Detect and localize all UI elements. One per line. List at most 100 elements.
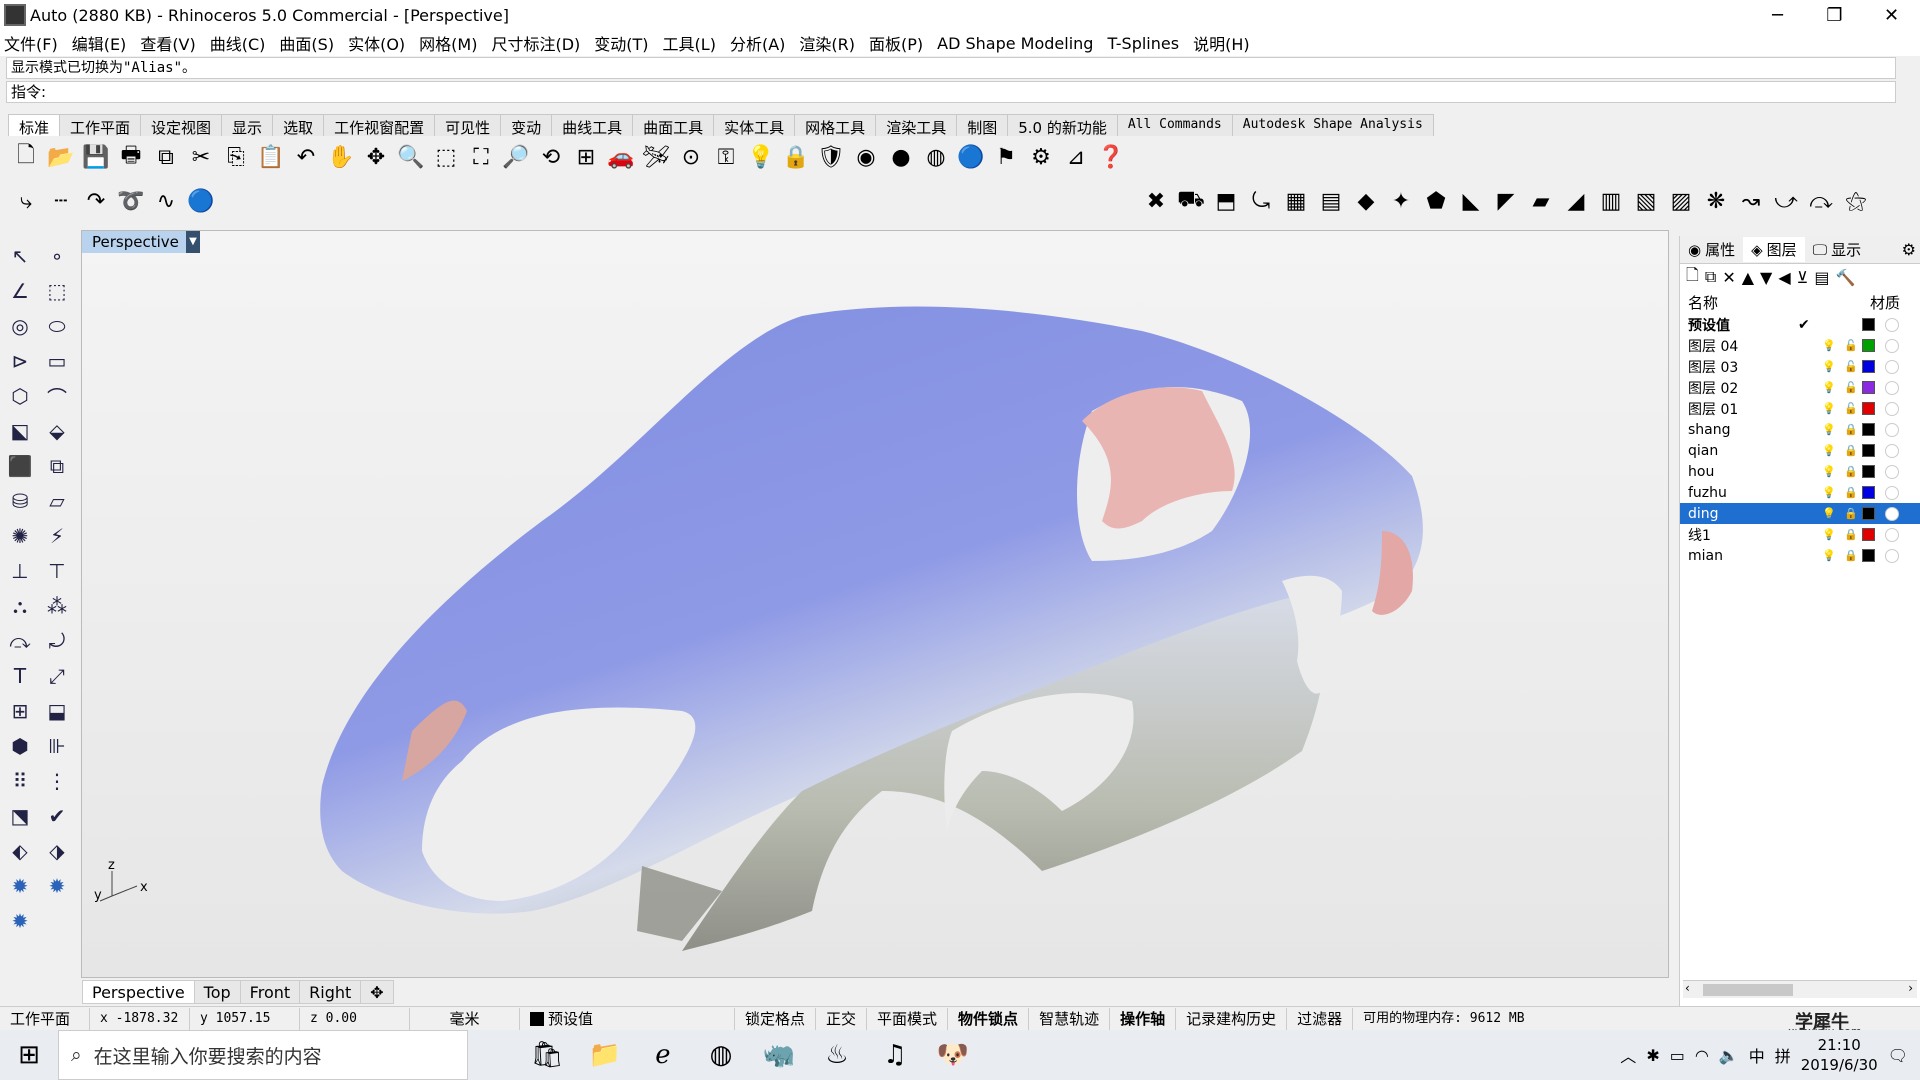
cplane-icon[interactable]: ⬢ <box>4 730 36 762</box>
circle-icon[interactable]: ◎ <box>4 310 36 342</box>
taskbar-search[interactable]: ⌕ 在这里输入你要搜索的内容 <box>58 1030 468 1080</box>
rotate-view-icon[interactable]: ⟲ <box>535 141 567 173</box>
camera-icon[interactable]: 🛩 <box>640 141 672 173</box>
tsplines-icon-15[interactable]: ▧ <box>1630 185 1662 217</box>
open-icon[interactable]: 📂 <box>45 141 77 173</box>
move-down-icon[interactable]: ▼ <box>1760 268 1772 287</box>
pan-icon[interactable]: ✋ <box>325 141 357 173</box>
layer-row[interactable]: hou 💡 🔒 <box>1680 461 1920 482</box>
lock-state-icon[interactable]: 🔒 <box>1840 444 1862 457</box>
lock-state-icon[interactable]: 🔒 <box>1840 465 1862 478</box>
toolbar-tab[interactable]: 工作视窗配置 <box>323 114 436 137</box>
toolbar-tab[interactable]: 显示 <box>221 114 274 137</box>
explorer-icon[interactable]: 📁 <box>576 1030 634 1080</box>
tsplines-icon-1[interactable]: ✖ <box>1140 185 1172 217</box>
visibility-bulb-icon[interactable]: 💡 <box>1818 528 1840 541</box>
tsplines-icon-5[interactable]: ▦ <box>1280 185 1312 217</box>
layer-color-swatch[interactable] <box>1862 402 1875 415</box>
new-file-icon[interactable]: 🗋 <box>10 141 42 173</box>
undo-icon[interactable]: ↶ <box>290 141 322 173</box>
ungroup-icon[interactable]: ⁂ <box>41 590 73 622</box>
menu-item[interactable]: 变动(T) <box>594 31 648 55</box>
curve-tool-icon[interactable]: ⤷ <box>10 185 42 217</box>
rendered-icon[interactable]: ◍ <box>920 141 952 173</box>
volume-icon[interactable]: 🔈 <box>1719 1046 1739 1065</box>
menu-item[interactable]: 曲面(S) <box>279 31 334 55</box>
sphere-small-icon[interactable]: 🔵 <box>185 185 217 217</box>
bluetooth-icon[interactable]: ✱ <box>1646 1046 1659 1065</box>
layer-color-swatch[interactable] <box>1862 381 1875 394</box>
menu-item[interactable]: 查看(V) <box>140 31 195 55</box>
ime-indicator[interactable]: 中 <box>1749 1043 1765 1067</box>
toolbar-tab[interactable]: 曲面工具 <box>632 114 715 137</box>
flag-icon[interactable]: ⚑ <box>990 141 1022 173</box>
toolbar-tab[interactable]: 渲染工具 <box>875 114 958 137</box>
select-icon[interactable]: ↖ <box>4 240 36 272</box>
layer-row[interactable]: ding 💡 🔒 <box>1680 503 1920 524</box>
toolbar-tab[interactable]: 可见性 <box>434 114 502 137</box>
toolbar-tab[interactable]: 选取 <box>272 114 325 137</box>
rectangle-icon[interactable]: ▭ <box>41 345 73 377</box>
visibility-bulb-icon[interactable]: 💡 <box>1818 465 1840 478</box>
snap-icon[interactable]: ⚿ <box>710 141 742 173</box>
panel-gear-icon[interactable]: ⚙ <box>1902 240 1920 259</box>
status-toggle[interactable]: 记录建构历史 <box>1176 1007 1288 1030</box>
tsplines-sym-icon[interactable]: ✹ <box>41 870 73 902</box>
solid-tools-icon[interactable]: ⬖ <box>4 835 36 867</box>
zoom-icon[interactable]: 🔍 <box>395 141 427 173</box>
ime-mode-indicator[interactable]: 拼 <box>1775 1043 1791 1067</box>
visibility-bulb-icon[interactable]: 💡 <box>1818 444 1840 457</box>
tools-icon[interactable]: 🔨 <box>1836 268 1856 287</box>
options-icon[interactable]: ⊿ <box>1060 141 1092 173</box>
line-icon[interactable]: ∠ <box>4 275 36 307</box>
viewport-title[interactable]: Perspective ▼ <box>82 231 200 253</box>
surface-icon[interactable]: ⬕ <box>4 415 36 447</box>
visibility-bulb-icon[interactable]: 💡 <box>1818 360 1840 373</box>
layer-row[interactable]: mian 💡 🔒 <box>1680 545 1920 566</box>
layer-row[interactable]: 图层 02 💡 🔓 <box>1680 377 1920 398</box>
status-toggle[interactable]: 物件锁点 <box>948 1007 1030 1030</box>
menu-item[interactable]: 编辑(E) <box>72 31 127 55</box>
toolbar-tab[interactable]: Autodesk Shape Analysis <box>1231 114 1434 136</box>
visibility-bulb-icon[interactable]: 💡 <box>1818 507 1840 520</box>
panel-tab[interactable]: ◈ 图层 <box>1743 237 1805 262</box>
fillet-edge-icon[interactable]: ⤾ <box>41 625 73 657</box>
notification-icon[interactable]: 🗨 <box>1888 1046 1908 1065</box>
view-tab[interactable]: ✥ <box>360 980 394 1004</box>
rectangle-curve-icon[interactable]: ⬚ <box>41 275 73 307</box>
scroll-right-icon[interactable]: › <box>1908 981 1913 995</box>
tsplines-icon-6[interactable]: ▤ <box>1315 185 1347 217</box>
visibility-bulb-icon[interactable]: 💡 <box>1818 402 1840 415</box>
tsplines-toggle-icon[interactable]: ✹ <box>4 870 36 902</box>
layer-color-swatch[interactable] <box>1862 465 1875 478</box>
layer-color-swatch[interactable] <box>1862 318 1875 331</box>
close-button[interactable]: ✕ <box>1863 0 1920 30</box>
menu-item[interactable]: 面板(P) <box>869 31 923 55</box>
lock-state-icon[interactable]: 🔒 <box>1840 423 1862 436</box>
view-tab[interactable]: Top <box>193 980 241 1004</box>
layer-material-icon[interactable] <box>1885 506 1899 521</box>
text-icon[interactable]: T <box>4 660 36 692</box>
layer-color-swatch[interactable] <box>1862 360 1875 373</box>
layer-row[interactable]: fuzhu 💡 🔒 <box>1680 482 1920 503</box>
layer-color-swatch[interactable] <box>1862 444 1875 457</box>
paint-icon[interactable]: ⬗ <box>41 835 73 867</box>
layer-material-icon[interactable] <box>1885 464 1899 479</box>
layer-row[interactable]: 图层 03 💡 🔓 <box>1680 356 1920 377</box>
battery-icon[interactable]: ▭ <box>1670 1046 1685 1065</box>
menu-item[interactable]: 尺寸标注(D) <box>491 31 580 55</box>
chrome-icon[interactable]: ◍ <box>692 1030 750 1080</box>
visibility-bulb-icon[interactable]: 💡 <box>1818 486 1840 499</box>
tsplines-misc-icon[interactable]: ✹ <box>4 905 36 937</box>
perspective-viewport[interactable]: z y x <box>81 230 1669 978</box>
scroll-left-icon[interactable]: ‹ <box>1685 981 1690 995</box>
tsplines-icon-17[interactable]: ❋ <box>1700 185 1732 217</box>
tsplines-icon-9[interactable]: ⬟ <box>1420 185 1452 217</box>
curve-fillet-icon[interactable]: ⌒ <box>41 380 73 412</box>
tsplines-icon-19[interactable]: ⤻ <box>1770 185 1802 217</box>
layer-color-swatch[interactable] <box>1862 423 1875 436</box>
lock-state-icon[interactable]: 🔓 <box>1840 360 1862 373</box>
toolbar-tab[interactable]: 设定视图 <box>140 114 223 137</box>
layer-material-icon[interactable] <box>1885 548 1899 563</box>
toolbar-tab[interactable]: 标准 <box>8 114 61 137</box>
